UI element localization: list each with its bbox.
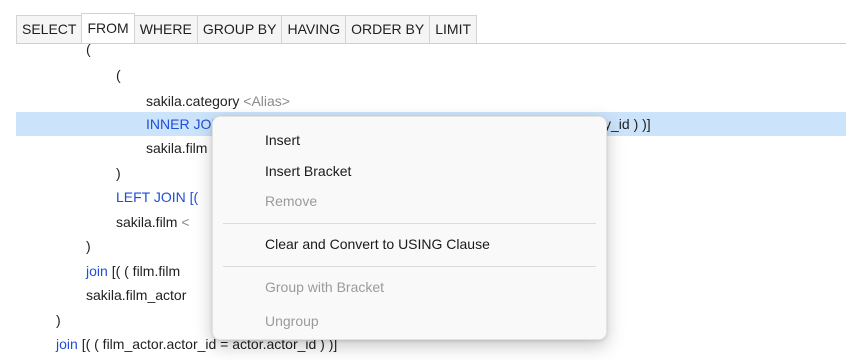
tab-order-by[interactable]: ORDER BY bbox=[345, 15, 431, 43]
menu-separator bbox=[223, 266, 596, 267]
alias-placeholder[interactable]: <Alias> bbox=[243, 93, 290, 109]
tree-paren-open: ( bbox=[116, 67, 121, 83]
tree-node-film-actor[interactable]: sakila.film_actor bbox=[86, 284, 186, 306]
query-builder: SELECT FROM WHERE GROUP BY HAVING ORDER … bbox=[0, 0, 862, 360]
join-keyword[interactable]: join bbox=[86, 263, 108, 279]
alias-placeholder[interactable]: < bbox=[181, 214, 189, 230]
menu-item-ungroup: Ungroup bbox=[265, 313, 319, 329]
tree-paren-close: ) bbox=[116, 165, 121, 181]
menu-item-remove: Remove bbox=[265, 193, 318, 209]
tree-paren-close: ) bbox=[56, 312, 61, 328]
join-condition[interactable]: [( bbox=[190, 189, 199, 205]
table-name[interactable]: sakila.category bbox=[146, 93, 239, 109]
tab-where[interactable]: WHERE bbox=[133, 15, 198, 43]
tab-having[interactable]: HAVING bbox=[281, 15, 347, 43]
tree-node-join-film[interactable]: join [( ( film.film bbox=[86, 260, 180, 282]
tree-node-category[interactable]: sakila.category <Alias> bbox=[146, 90, 290, 112]
menu-item-insert[interactable]: Insert bbox=[265, 128, 300, 152]
join-condition[interactable]: [( ( film.film bbox=[112, 263, 180, 279]
join-keyword[interactable]: LEFT JOIN bbox=[116, 189, 186, 205]
tree-node-left-join[interactable]: LEFT JOIN [( bbox=[116, 186, 198, 208]
join-keyword[interactable]: INNER JOI bbox=[146, 116, 215, 132]
tab-select[interactable]: SELECT bbox=[16, 15, 83, 43]
join-condition-tail: y_id ) )] bbox=[604, 116, 651, 132]
context-menu: Insert Insert Bracket Remove Clear and C… bbox=[212, 116, 607, 340]
tree-node-film[interactable]: sakila.film < bbox=[116, 211, 190, 233]
clause-tabs: SELECT FROM WHERE GROUP BY HAVING ORDER … bbox=[16, 13, 846, 44]
tree-node-inner-join[interactable]: INNER JOI bbox=[146, 113, 215, 135]
tab-from[interactable]: FROM bbox=[81, 13, 135, 43]
join-keyword[interactable]: join bbox=[56, 336, 78, 352]
table-name[interactable]: sakila.film bbox=[116, 214, 177, 230]
tree-node-film-partial[interactable]: sakila.film bbox=[146, 137, 207, 159]
tab-limit[interactable]: LIMIT bbox=[429, 15, 478, 43]
menu-separator bbox=[223, 223, 596, 224]
tab-group-by[interactable]: GROUP BY bbox=[196, 15, 283, 43]
menu-item-group-with-bracket: Group with Bracket bbox=[265, 279, 385, 295]
tree-paren-close: ) bbox=[86, 238, 91, 254]
menu-item-convert-using[interactable]: Clear and Convert to USING Clause bbox=[265, 232, 490, 256]
menu-item-insert-bracket[interactable]: Insert Bracket bbox=[265, 159, 351, 183]
